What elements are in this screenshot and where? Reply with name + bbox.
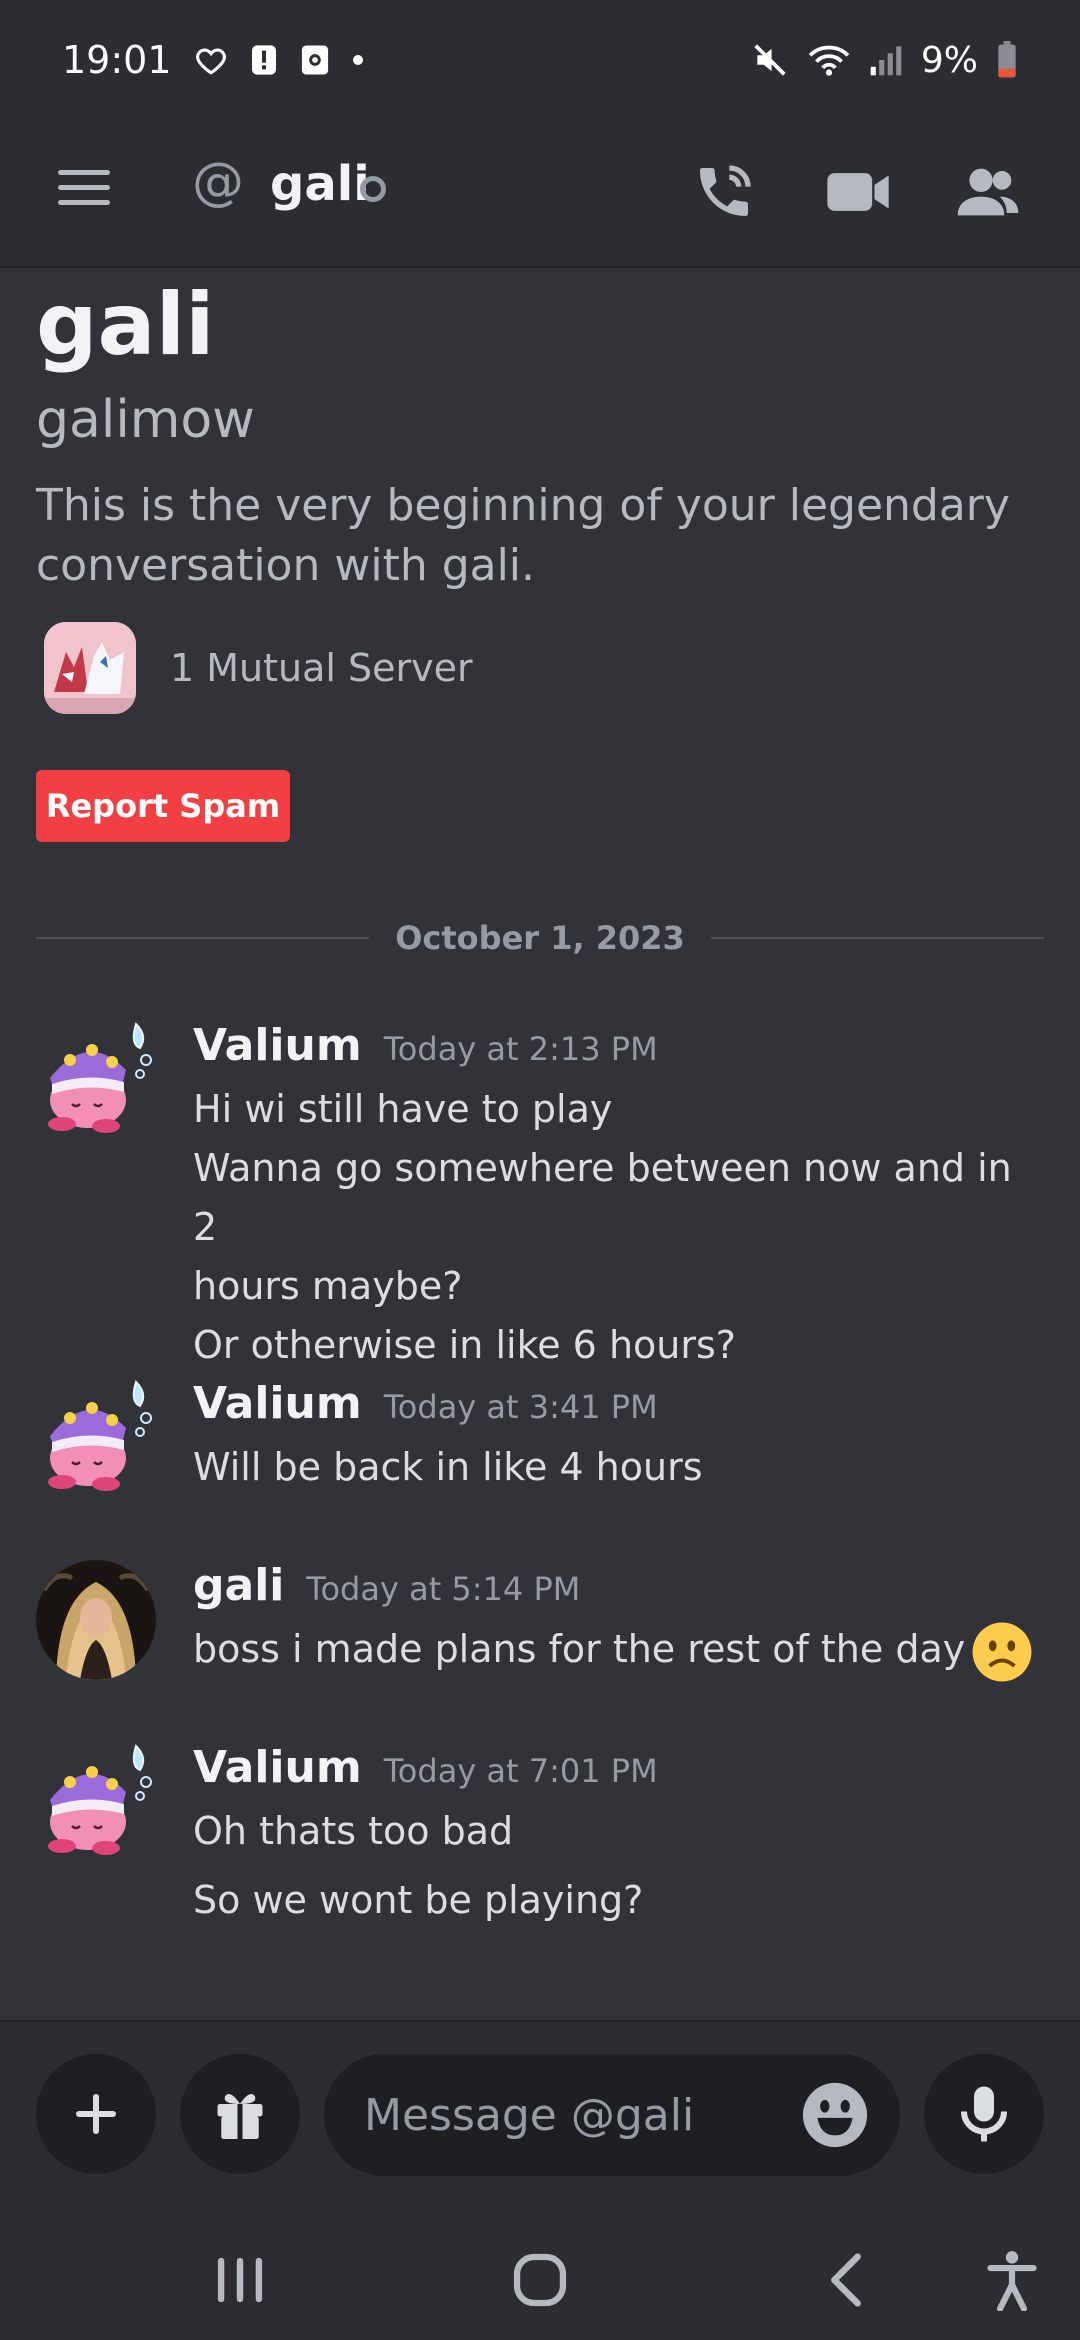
message-line: Will be back in like 4 hours (193, 1445, 703, 1489)
timestamp: Today at 2:13 PM (383, 1030, 658, 1068)
avatar[interactable] (36, 1742, 156, 1862)
author-name[interactable]: gali (193, 1560, 284, 1611)
battery-icon (996, 41, 1018, 79)
voice-message-button[interactable] (924, 2054, 1044, 2174)
emoji-button[interactable] (800, 2080, 870, 2150)
report-spam-button[interactable]: Report Spam (36, 770, 290, 842)
status-right: 9% (751, 40, 1018, 81)
conversation-intro-text: This is the very beginning of your legen… (36, 480, 1010, 591)
message-line: boss i made plans for the rest of the da… (193, 1620, 1043, 1683)
channel-header: @ gali (0, 120, 1080, 268)
message[interactable]: Valium Today at 7:01 PM Oh thats too bad… (36, 1742, 1046, 1932)
timestamp: Today at 3:41 PM (383, 1388, 658, 1426)
divider-date: October 1, 2023 (395, 919, 685, 957)
system-nav-bar (0, 2220, 1080, 2340)
signal-icon (869, 43, 903, 77)
call-icon (700, 165, 751, 216)
recents-icon (217, 2257, 263, 2303)
accessibility-button[interactable] (972, 2244, 1052, 2316)
video-call-button[interactable] (820, 154, 896, 230)
back-button[interactable] (806, 2244, 886, 2316)
timestamp: Today at 5:14 PM (306, 1570, 581, 1608)
message-body: Valium Today at 2:13 PM Hi wi still have… (193, 1020, 1043, 1375)
plus-icon (76, 2094, 116, 2134)
message-header: gali Today at 5:14 PM (193, 1560, 1043, 1620)
message[interactable]: Valium Today at 2:13 PM Hi wi still have… (36, 1020, 1046, 1367)
at-icon: @ (192, 152, 244, 212)
accessibility-icon (987, 2251, 1037, 2311)
message-line: Wanna go somewhere between now and in 2 (193, 1146, 1012, 1249)
author-name[interactable]: Valium (193, 1378, 362, 1429)
home-icon (513, 2253, 567, 2307)
menu-button[interactable] (56, 160, 112, 216)
screen: 19:01 9% @ gali gali galimow This is the… (0, 0, 1080, 2340)
profile-name: gali (36, 275, 215, 375)
wifi-icon (807, 42, 851, 78)
hamburger-icon (58, 170, 110, 205)
back-icon (831, 2253, 861, 2307)
kirby-sleep-avatar (48, 1022, 152, 1133)
channel-title[interactable]: gali (270, 156, 370, 212)
kirby-sleep-avatar (48, 1744, 152, 1855)
recents-button[interactable] (200, 2244, 280, 2316)
video-icon (827, 173, 889, 211)
attach-button[interactable] (36, 2054, 156, 2174)
avatar[interactable] (36, 1560, 156, 1680)
members-button[interactable] (950, 154, 1026, 230)
message-body: Valium Today at 7:01 PM Oh thats too bad… (193, 1742, 1043, 1930)
call-button[interactable] (686, 154, 762, 230)
alert-icon (250, 44, 278, 76)
user-photo-avatar (36, 1560, 156, 1680)
message[interactable]: gali Today at 5:14 PM boss i made plans … (36, 1560, 1046, 1690)
avatar[interactable] (36, 1020, 156, 1140)
message-header: Valium Today at 2:13 PM (193, 1020, 1043, 1080)
kirby-sleep-avatar (48, 1380, 152, 1491)
mutual-servers[interactable]: 1 Mutual Server (44, 622, 473, 714)
message-line: Or otherwise in like 6 hours? (193, 1323, 736, 1367)
author-name[interactable]: Valium (193, 1742, 362, 1793)
avatar[interactable] (36, 1378, 156, 1498)
date-divider: October 1, 2023 (36, 918, 1045, 958)
message-composer: Message @gali (0, 2020, 1080, 2220)
mute-icon (751, 41, 789, 79)
screen-record-icon (300, 44, 330, 76)
dot-icon (352, 54, 364, 66)
profile-handle: galimow (36, 390, 255, 450)
offline-status-icon (360, 176, 386, 202)
frowning-face-emoji (972, 1622, 1032, 1681)
message-line: hours maybe? (193, 1264, 463, 1308)
members-icon (957, 168, 1019, 216)
message[interactable]: Valium Today at 3:41 PM Will be back in … (36, 1378, 1046, 1508)
home-button[interactable] (500, 2244, 580, 2316)
timestamp: Today at 7:01 PM (383, 1752, 658, 1790)
message-line: Oh thats too bad (193, 1809, 514, 1853)
message-body: gali Today at 5:14 PM boss i made plans … (193, 1560, 1043, 1683)
battery-percent: 9% (920, 39, 978, 81)
message-body: Valium Today at 3:41 PM Will be back in … (193, 1378, 1043, 1497)
message-line: Hi wi still have to play (193, 1087, 613, 1131)
status-time: 19:01 (62, 38, 172, 82)
message-line: So we wont be playing? (193, 1878, 644, 1922)
message-placeholder: Message @gali (364, 2089, 695, 2141)
author-name[interactable]: Valium (193, 1020, 362, 1071)
heart-hand-icon (194, 43, 228, 77)
status-left: 19:01 (62, 38, 364, 82)
message-input[interactable]: Message @gali (324, 2054, 900, 2176)
divider-line (36, 937, 370, 939)
gift-icon (217, 2094, 263, 2139)
mutual-server-count: 1 Mutual Server (170, 646, 473, 690)
server-icon (44, 622, 136, 714)
smile-icon (802, 2082, 868, 2148)
message-text: boss i made plans for the rest of the da… (193, 1627, 966, 1671)
status-bar: 19:01 9% (0, 0, 1080, 120)
message-header: Valium Today at 7:01 PM (193, 1742, 1043, 1802)
message-header: Valium Today at 3:41 PM (193, 1378, 1043, 1438)
microphone-icon (961, 2086, 1007, 2142)
gift-button[interactable] (180, 2054, 300, 2174)
divider-line (710, 937, 1045, 939)
